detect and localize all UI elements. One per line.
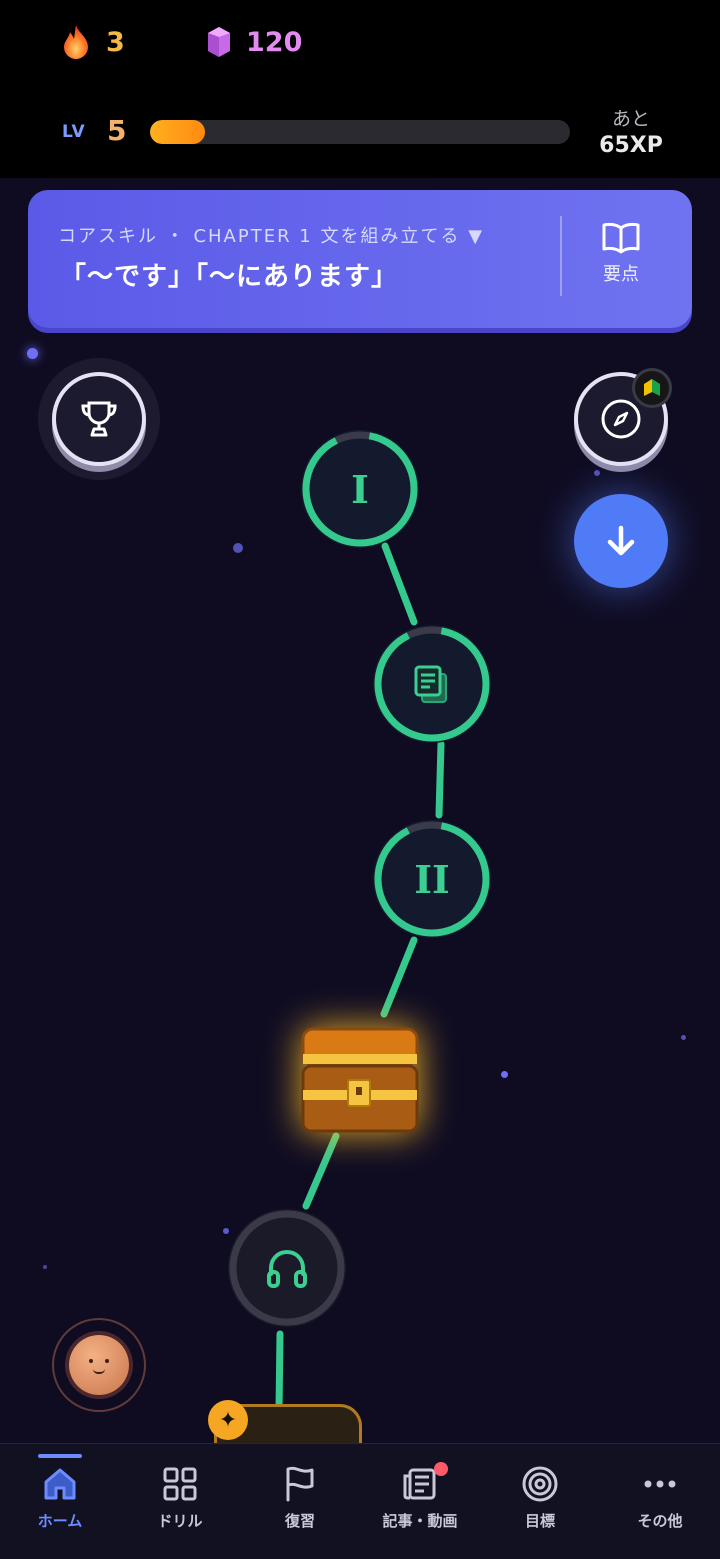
- grid-icon: [163, 1467, 197, 1501]
- avatar-face: [69, 1335, 129, 1395]
- lesson-node-1[interactable]: I: [301, 430, 419, 548]
- chapter-subtitle[interactable]: コアスキル ・ CHAPTER 1 文を組み立てる ▼: [58, 222, 484, 248]
- bottom-navigation: ホーム ドリル 復習 記事・動画 目標 その他: [0, 1443, 720, 1559]
- nav-goals[interactable]: 目標: [480, 1444, 600, 1559]
- app-root: 3 120 LV 5 あと 65XP コアスキル ・ CHAPTER 1 文を組…: [0, 0, 720, 1559]
- home-icon: [44, 1468, 76, 1500]
- level-label: LV: [62, 122, 86, 142]
- lesson-numeral: I: [351, 466, 369, 512]
- xp-remaining-value: 65XP: [599, 133, 663, 158]
- gem-counter[interactable]: 120: [206, 22, 302, 62]
- streak-counter[interactable]: 3: [60, 22, 125, 62]
- nav-more[interactable]: その他: [600, 1444, 720, 1559]
- key-points-label: 要点: [603, 264, 639, 285]
- flame-icon: [64, 25, 88, 59]
- key-points-button[interactable]: 要点: [576, 220, 666, 300]
- treasure-chest-node[interactable]: [300, 1026, 420, 1134]
- nav-label: 復習: [284, 1512, 315, 1530]
- lesson-node-2[interactable]: [373, 625, 491, 743]
- xp-remaining: あと 65XP: [596, 104, 666, 158]
- notification-dot: [434, 1462, 448, 1476]
- nav-home[interactable]: ホーム: [0, 1444, 120, 1559]
- nav-label: 記事・動画: [382, 1512, 458, 1530]
- open-book-icon: [602, 222, 640, 254]
- nav-label: 目標: [524, 1512, 555, 1530]
- sparkle-icon: ✦: [208, 1400, 248, 1440]
- level-number: 5: [107, 114, 127, 147]
- gem-count: 120: [246, 26, 303, 58]
- chapter-banner[interactable]: コアスキル ・ CHAPTER 1 文を組み立てる ▼ 「〜です」「〜にあります…: [28, 190, 692, 328]
- treasure-chest-icon: [301, 1027, 419, 1133]
- compass-icon: [601, 399, 641, 439]
- nav-review[interactable]: 復習: [240, 1444, 360, 1559]
- xp-progress-bar: [150, 120, 570, 144]
- gem-icon: [208, 27, 230, 57]
- xp-remaining-label: あと: [611, 108, 650, 130]
- document-icon: [414, 665, 447, 703]
- arrow-down-icon: [607, 525, 635, 556]
- nav-articles[interactable]: 記事・動画: [360, 1444, 480, 1559]
- target-icon: [522, 1466, 558, 1502]
- character-avatar[interactable]: [52, 1318, 146, 1412]
- more-icon: [644, 1480, 676, 1488]
- beginner-mark-icon: [632, 368, 672, 408]
- scroll-to-current-button[interactable]: [574, 494, 668, 588]
- lesson-node-3[interactable]: II: [373, 820, 491, 938]
- xp-progress-fill: [150, 120, 205, 144]
- nav-drill[interactable]: ドリル: [120, 1444, 240, 1559]
- nav-label: ホーム: [37, 1512, 83, 1530]
- level-row: LV 5 あと 65XP: [62, 108, 663, 158]
- chapter-title: 「〜です」「〜にあります」: [60, 262, 399, 292]
- active-tab-indicator: [38, 1454, 82, 1458]
- flag-icon: [286, 1466, 314, 1502]
- trophy-icon: [81, 401, 117, 437]
- nav-label: ドリル: [157, 1512, 203, 1530]
- top-status-bar: 3 120 LV 5 あと 65XP: [0, 0, 720, 178]
- streak-count: 3: [106, 26, 125, 58]
- nav-label: その他: [637, 1512, 683, 1530]
- leaderboard-button[interactable]: [52, 372, 146, 466]
- lesson-numeral: II: [414, 856, 450, 902]
- lesson-node-5[interactable]: [228, 1209, 346, 1327]
- headphones-icon: [267, 1249, 307, 1288]
- banner-divider: [560, 216, 562, 296]
